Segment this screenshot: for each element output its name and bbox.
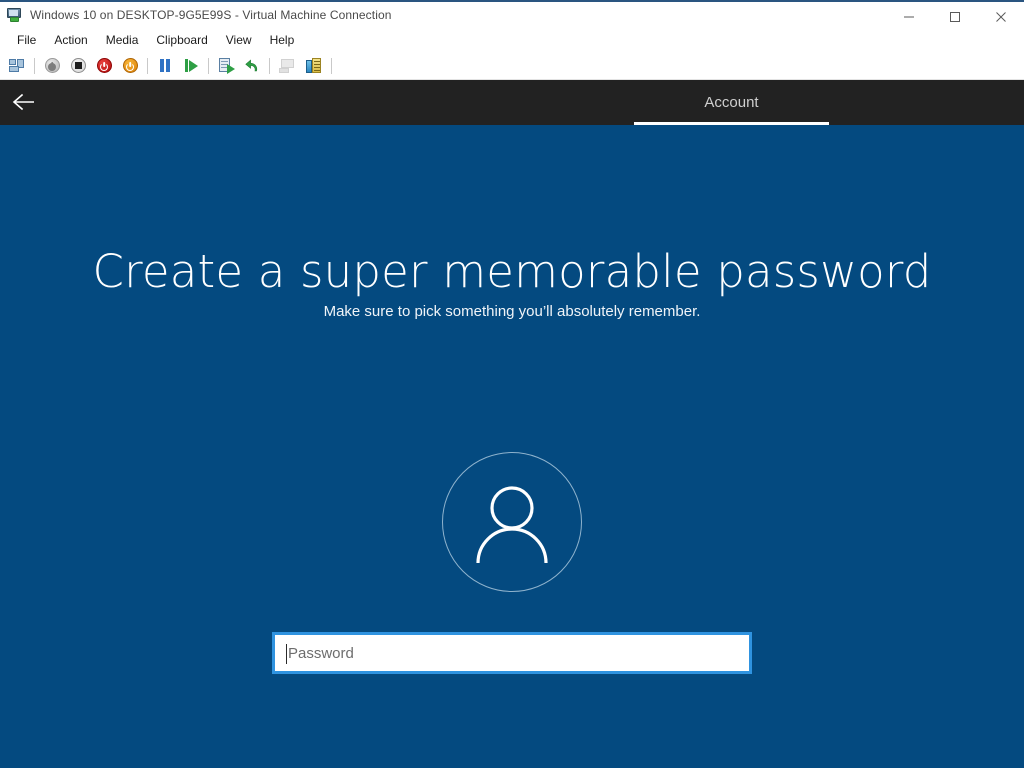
toolbar-separator — [331, 57, 332, 74]
window-controls — [886, 4, 1024, 30]
oobe-content: Create a super memorable password Make s… — [0, 125, 1024, 768]
menu-item-media[interactable]: Media — [97, 30, 148, 50]
settings-icon[interactable] — [301, 54, 325, 78]
menu-item-view[interactable]: View — [217, 30, 261, 50]
menu-item-action[interactable]: Action — [45, 30, 96, 50]
user-avatar-icon — [442, 452, 582, 592]
menu-item-help[interactable]: Help — [261, 30, 304, 50]
password-placeholder: Password — [288, 644, 354, 662]
virtual-machine-icon — [7, 7, 23, 23]
start-vm-icon[interactable] — [40, 54, 64, 78]
page-subtitle: Make sure to pick something you’ll absol… — [323, 303, 701, 320]
vmconnect-window: Windows 10 on DESKTOP-9G5E99S - Virtual … — [0, 0, 1024, 768]
tab-account-label: Account — [704, 94, 759, 111]
toolbar-separator — [34, 57, 35, 74]
checkpoint-icon[interactable] — [214, 54, 238, 78]
password-input-wrapper[interactable]: Password — [272, 632, 752, 674]
save-vm-icon[interactable] — [118, 54, 142, 78]
enhanced-session-icon — [275, 54, 299, 78]
oobe-header: Account — [0, 80, 1024, 125]
close-icon[interactable] — [978, 4, 1024, 30]
toolbar-separator — [269, 57, 270, 74]
revert-icon[interactable] — [240, 54, 264, 78]
title-bar: Windows 10 on DESKTOP-9G5E99S - Virtual … — [0, 0, 1024, 28]
window-title: Windows 10 on DESKTOP-9G5E99S - Virtual … — [30, 8, 392, 22]
minimize-icon[interactable] — [886, 4, 932, 30]
text-caret — [286, 644, 287, 664]
toolbar — [0, 52, 1024, 80]
toolbar-separator — [208, 57, 209, 74]
resume-vm-icon[interactable] — [179, 54, 203, 78]
vm-screen: Create a super memorable password Make s… — [0, 80, 1024, 768]
password-input[interactable]: Password — [275, 635, 749, 671]
menu-item-clipboard[interactable]: Clipboard — [147, 30, 216, 50]
page-title: Create a super memorable password — [92, 245, 932, 298]
ctrl-alt-delete-icon[interactable] — [5, 54, 29, 78]
menu-bar: File Action Media Clipboard View Help — [0, 28, 1024, 52]
back-arrow-icon[interactable] — [8, 86, 42, 118]
shut-down-vm-icon[interactable] — [92, 54, 116, 78]
tab-active-indicator — [634, 122, 829, 125]
turn-off-vm-icon[interactable] — [66, 54, 90, 78]
menu-item-file[interactable]: File — [8, 30, 45, 50]
maximize-icon[interactable] — [932, 4, 978, 30]
toolbar-separator — [147, 57, 148, 74]
pause-vm-icon[interactable] — [153, 54, 177, 78]
tab-account[interactable]: Account — [634, 80, 829, 125]
